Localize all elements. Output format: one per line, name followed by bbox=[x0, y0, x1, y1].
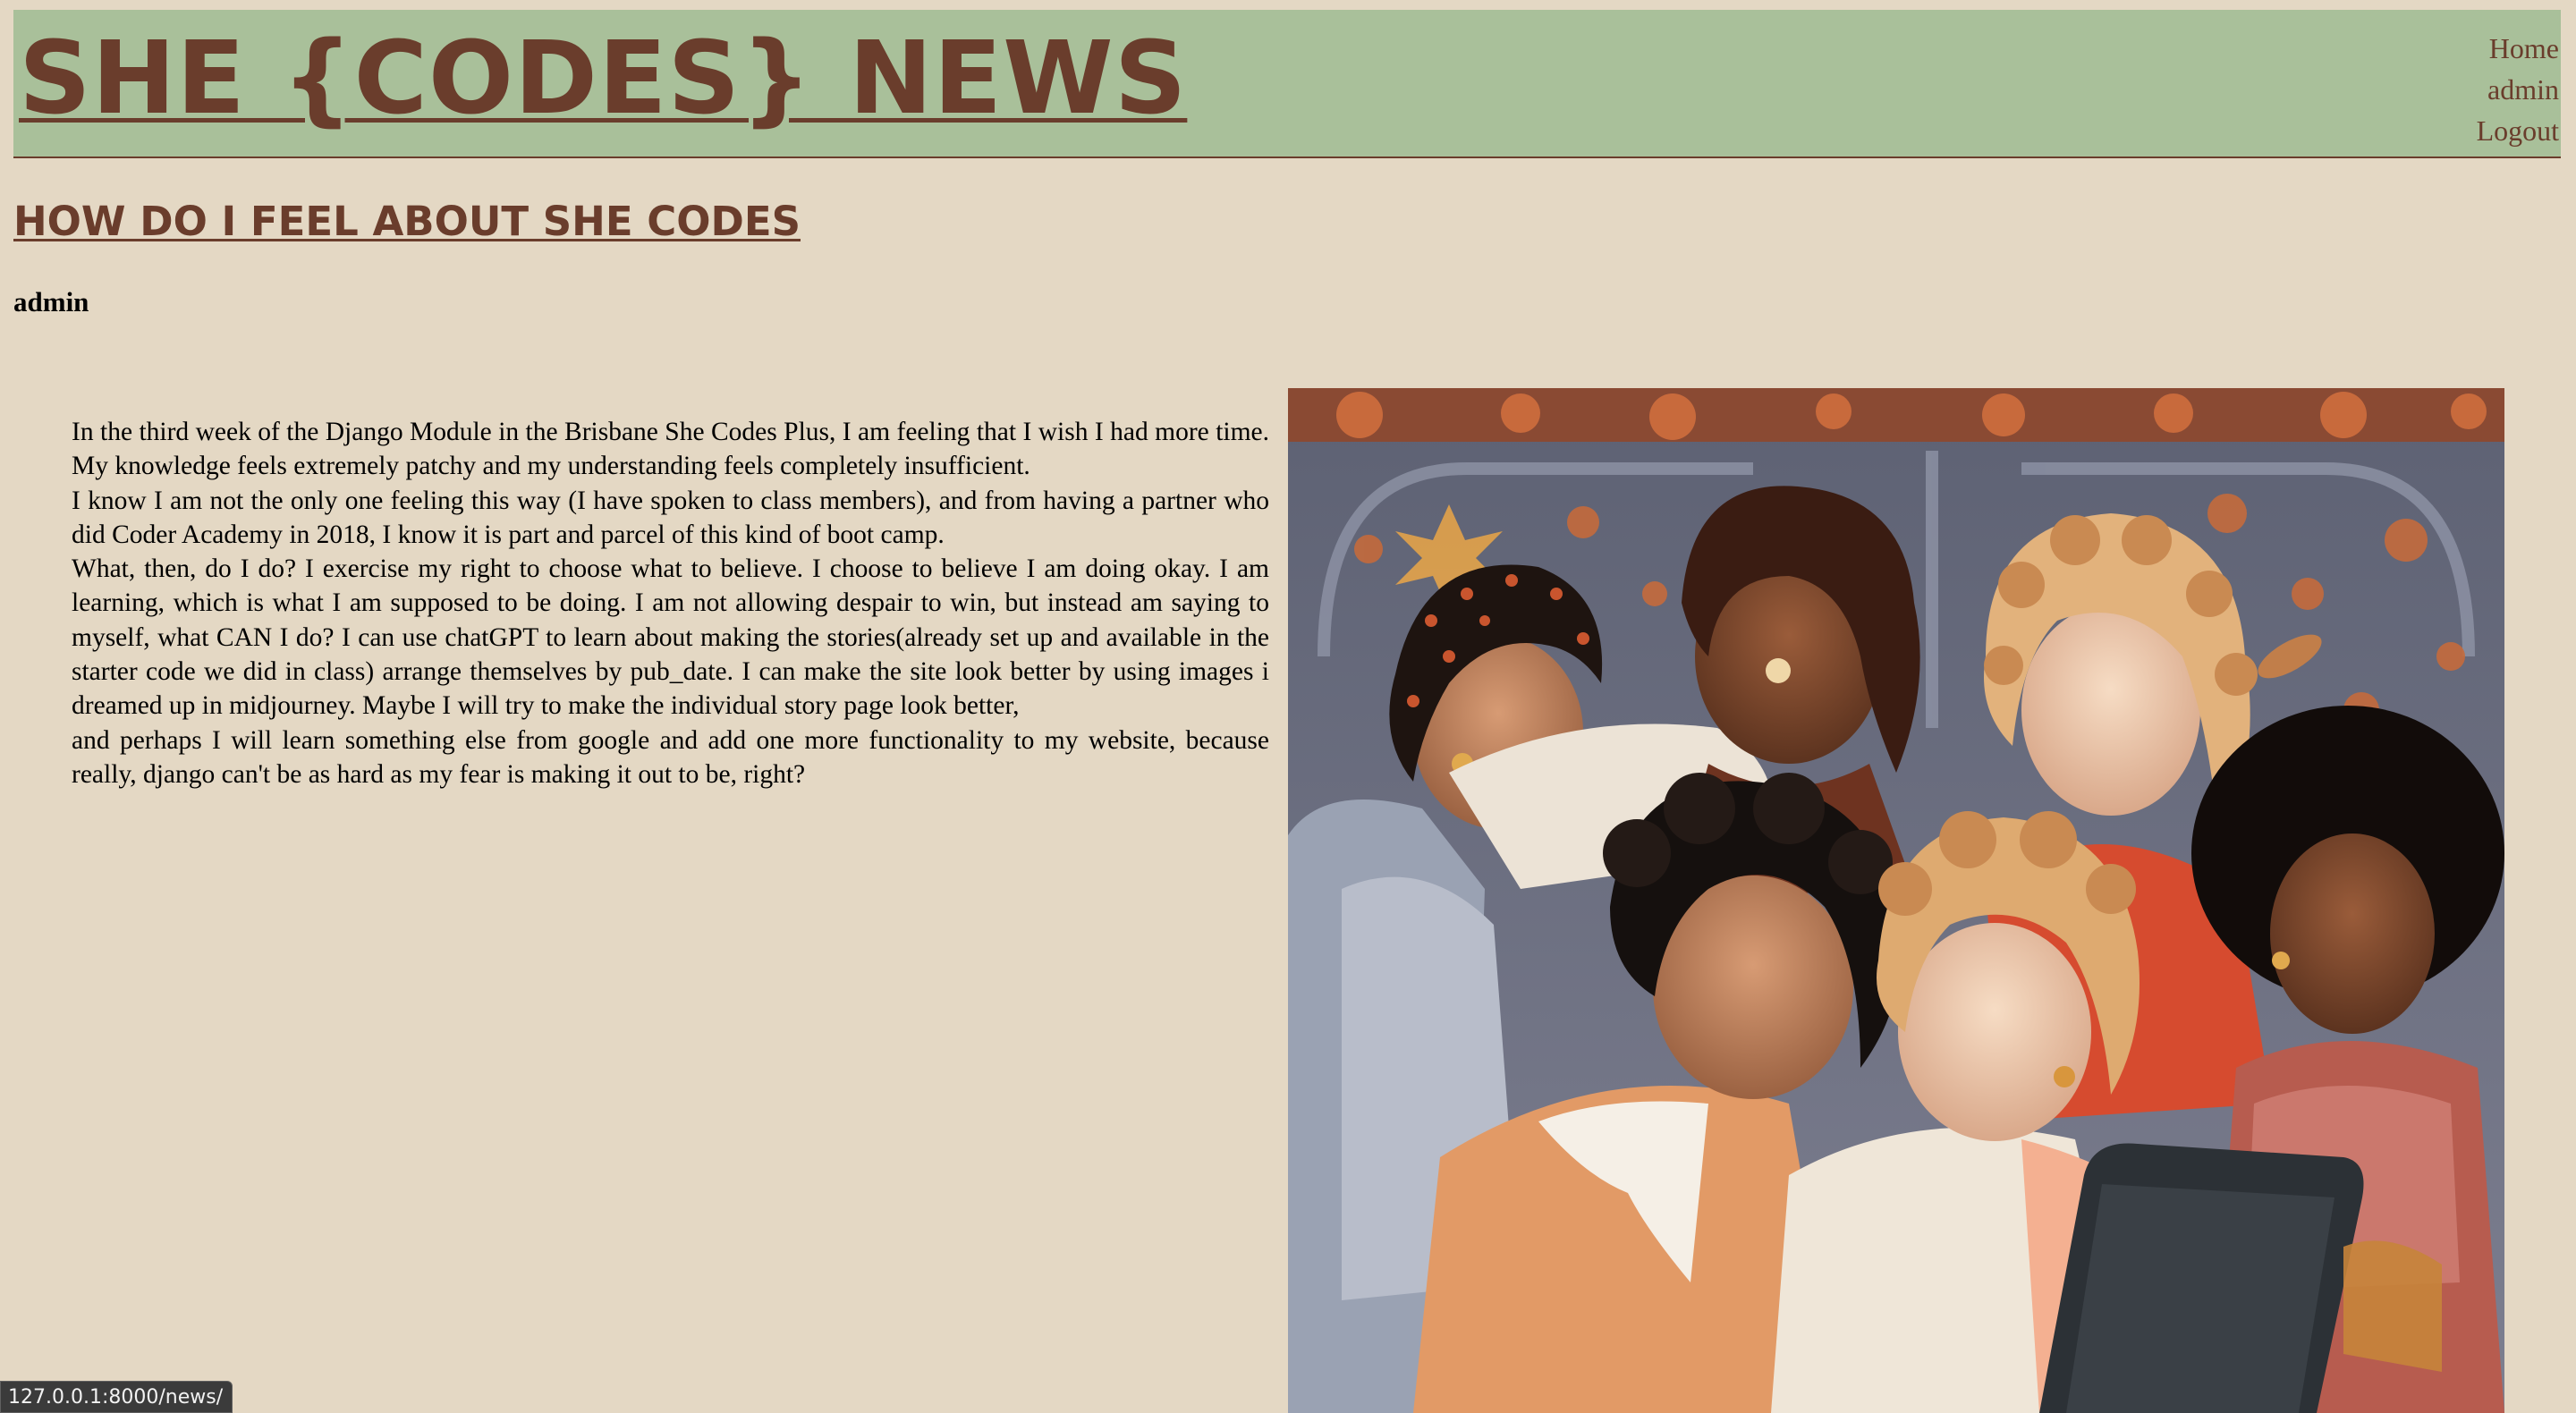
story-paragraph: I know I am not the only one feeling thi… bbox=[72, 486, 1269, 549]
site-title-link[interactable]: SHE {CODES} NEWS bbox=[19, 26, 1187, 131]
story-illustration bbox=[1288, 388, 2504, 1413]
story-paragraph: and perhaps I will learn something else … bbox=[72, 725, 1269, 789]
browser-status-url: 127.0.0.1:8000/news/ bbox=[0, 1381, 233, 1413]
story-paragraph: In the third week of the Django Module i… bbox=[72, 418, 1269, 481]
site-header: SHE {CODES} NEWS Home admin Logout bbox=[13, 10, 2561, 158]
nav-home-link[interactable]: Home bbox=[2477, 28, 2559, 69]
story-title: HOW DO I FEEL ABOUT SHE CODES bbox=[13, 198, 801, 245]
story-paragraph: What, then, do I do? I exercise my right… bbox=[72, 554, 1269, 721]
illustration-graphic bbox=[1288, 388, 2504, 1413]
story-body: In the third week of the Django Module i… bbox=[72, 415, 1269, 791]
nav-admin-link[interactable]: admin bbox=[2477, 69, 2559, 110]
main-nav: Home admin Logout bbox=[2477, 28, 2559, 151]
story-author: admin bbox=[13, 286, 89, 317]
nav-logout-link[interactable]: Logout bbox=[2477, 110, 2559, 151]
